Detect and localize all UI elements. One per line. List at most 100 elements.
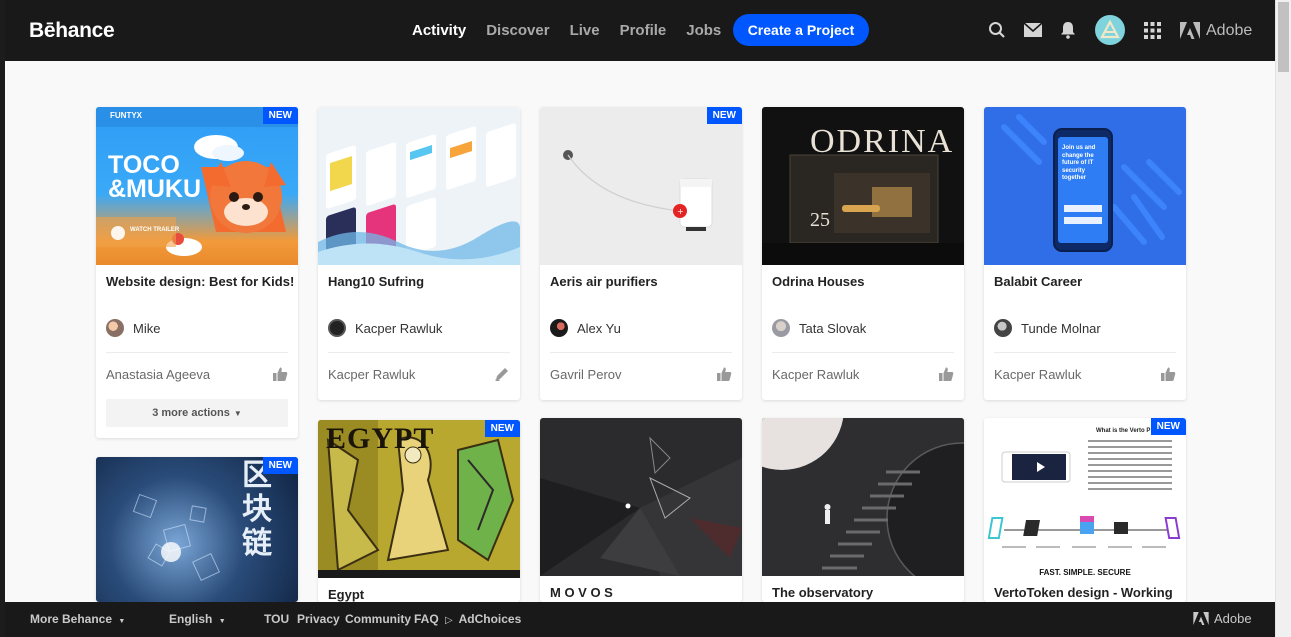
nav-live[interactable]: Live	[570, 22, 600, 39]
like-icon[interactable]	[716, 366, 732, 382]
project-card[interactable]: + NEW Aeris air purifiers Alex Yu Gavril…	[540, 107, 742, 400]
scrollbar-thumb[interactable]	[1278, 2, 1289, 72]
nav-profile[interactable]: Profile	[620, 22, 667, 39]
behance-logo[interactable]: Bēhance	[29, 19, 115, 43]
window-frame	[0, 0, 5, 637]
project-title[interactable]: Balabit Career	[994, 274, 1082, 289]
owner-name: Kacper Rawluk	[355, 320, 443, 336]
create-project-button[interactable]: Create a Project	[733, 14, 869, 46]
apps-grid-icon[interactable]	[1142, 20, 1162, 40]
like-icon[interactable]	[938, 366, 954, 382]
project-thumbnail[interactable]	[762, 418, 964, 576]
project-thumbnail[interactable]: 区 块 链 NEW	[96, 457, 298, 602]
footer-bar: More Behance ▼ English ▼ TOU Privacy Com…	[5, 602, 1275, 637]
adchoices-icon: ▷	[445, 615, 453, 626]
project-card[interactable]: The observatory	[762, 418, 964, 602]
thumb-brand-text: FUNTYX	[110, 111, 142, 120]
more-behance-dropdown[interactable]: More Behance ▼	[30, 612, 125, 626]
project-owner[interactable]: Alex Yu	[550, 319, 621, 337]
project-thumbnail[interactable]: EGYPT NEW	[318, 420, 520, 578]
activity-user[interactable]: Kacper Rawluk	[772, 367, 859, 382]
divider	[328, 352, 510, 353]
user-avatar[interactable]	[1095, 15, 1125, 45]
pencil-icon[interactable]	[494, 366, 510, 382]
project-thumbnail[interactable]: ODRINA 25	[762, 107, 964, 265]
project-card[interactable]: ODRINA 25 Odrina Houses Tata Slovak Kacp…	[762, 107, 964, 400]
project-title[interactable]: VertoToken design - Working	[994, 585, 1173, 600]
thumb-heading: What is the Verto P	[1096, 428, 1151, 434]
thumb-char-2: 块	[242, 493, 272, 526]
owner-name: Alex Yu	[577, 320, 621, 336]
like-icon[interactable]	[1160, 366, 1176, 382]
adobe-link[interactable]: Adobe	[1180, 0, 1252, 61]
caret-down-icon: ▼	[233, 408, 242, 418]
adchoices-label: AdChoices	[458, 612, 522, 626]
activity-user[interactable]: Gavril Perov	[550, 367, 622, 382]
project-card[interactable]: EGYPT NEW Egypt	[318, 420, 520, 602]
project-title[interactable]: Egypt	[328, 587, 364, 602]
project-owner[interactable]: Mike	[106, 319, 160, 337]
language-dropdown[interactable]: English ▼	[169, 612, 226, 626]
project-title[interactable]: Aeris air purifiers	[550, 274, 658, 289]
nav-discover[interactable]: Discover	[486, 22, 549, 39]
project-thumbnail[interactable]: Join us and change the future of IT secu…	[984, 107, 1186, 265]
project-thumbnail[interactable]: What is the Verto P FAST. SIMPLE. SECURE…	[984, 418, 1186, 576]
thumb-char-3: 链	[242, 527, 272, 560]
project-title[interactable]: Odrina Houses	[772, 274, 864, 289]
more-actions-button[interactable]: 3 more actions ▼	[106, 399, 288, 427]
footer-link-faq[interactable]: FAQ	[414, 612, 439, 626]
bell-icon[interactable]	[1058, 20, 1078, 40]
project-thumbnail[interactable]	[318, 107, 520, 265]
footer-adobe-link[interactable]: Adobe	[1193, 611, 1252, 626]
footer-link-privacy[interactable]: Privacy	[297, 612, 340, 626]
thumb-headline: EGYPT	[326, 422, 435, 455]
language-label: English	[169, 612, 213, 626]
adobe-label: Adobe	[1206, 21, 1253, 39]
project-owner[interactable]: Kacper Rawluk	[328, 319, 442, 337]
project-title[interactable]: M O V O S	[550, 585, 613, 600]
activity-user[interactable]: Anastasia Ageeva	[106, 367, 210, 382]
activity-user[interactable]: Kacper Rawluk	[994, 367, 1081, 382]
project-thumbnail[interactable]	[540, 418, 742, 576]
divider	[994, 352, 1176, 353]
mail-icon[interactable]	[1023, 20, 1043, 40]
thumb-headline: Join us and change the future of IT secu…	[1062, 145, 1096, 181]
footer-link-tou[interactable]: TOU	[264, 612, 289, 626]
project-thumbnail[interactable]: FUNTYX TOCO &MUKU WATCH TRAILER NEW	[96, 107, 298, 265]
owner-avatar	[994, 319, 1012, 337]
svg-text:+: +	[677, 207, 684, 216]
owner-avatar	[772, 319, 790, 337]
divider	[106, 352, 288, 353]
project-card[interactable]: Join us and change the future of IT secu…	[984, 107, 1186, 400]
project-card[interactable]: Hang10 Sufring Kacper Rawluk Kacper Rawl…	[318, 107, 520, 400]
nav-activity[interactable]: Activity	[412, 22, 466, 39]
footer-link-community[interactable]: Community	[345, 612, 411, 626]
thumb-headline-2: &MUKU	[108, 175, 202, 203]
nav-jobs[interactable]: Jobs	[686, 22, 721, 39]
caret-down-icon: ▼	[218, 618, 226, 625]
project-title[interactable]: Hang10 Sufring	[328, 274, 424, 289]
owner-name: Tunde Molnar	[1021, 320, 1101, 336]
project-thumbnail[interactable]: + NEW	[540, 107, 742, 265]
project-card[interactable]: 区 块 链 NEW	[96, 457, 298, 602]
project-title[interactable]: The observatory	[772, 585, 873, 600]
divider	[550, 352, 732, 353]
owner-name: Mike	[133, 320, 161, 336]
vertical-scrollbar[interactable]	[1275, 0, 1291, 637]
like-icon[interactable]	[272, 366, 288, 382]
project-title[interactable]: Website design: Best for Kids!	[106, 274, 294, 289]
caret-down-icon: ▼	[118, 618, 126, 625]
project-card[interactable]: M O V O S	[540, 418, 742, 602]
owner-name: Tata Slovak	[799, 320, 867, 336]
more-actions-label: 3 more actions	[152, 407, 230, 419]
top-navbar: Bēhance Activity Discover Live Profile J…	[5, 0, 1275, 61]
new-badge: NEW	[262, 107, 298, 124]
footer-link-adchoices[interactable]: ▷ AdChoices	[445, 612, 521, 626]
search-icon[interactable]	[987, 20, 1007, 40]
activity-user[interactable]: Kacper Rawluk	[328, 367, 415, 382]
project-card[interactable]: What is the Verto P FAST. SIMPLE. SECURE…	[984, 418, 1186, 602]
project-card[interactable]: FUNTYX TOCO &MUKU WATCH TRAILER NEW Webs…	[96, 107, 298, 438]
project-owner[interactable]: Tata Slovak	[772, 319, 866, 337]
project-owner[interactable]: Tunde Molnar	[994, 319, 1101, 337]
thumb-number: 25	[810, 209, 830, 231]
